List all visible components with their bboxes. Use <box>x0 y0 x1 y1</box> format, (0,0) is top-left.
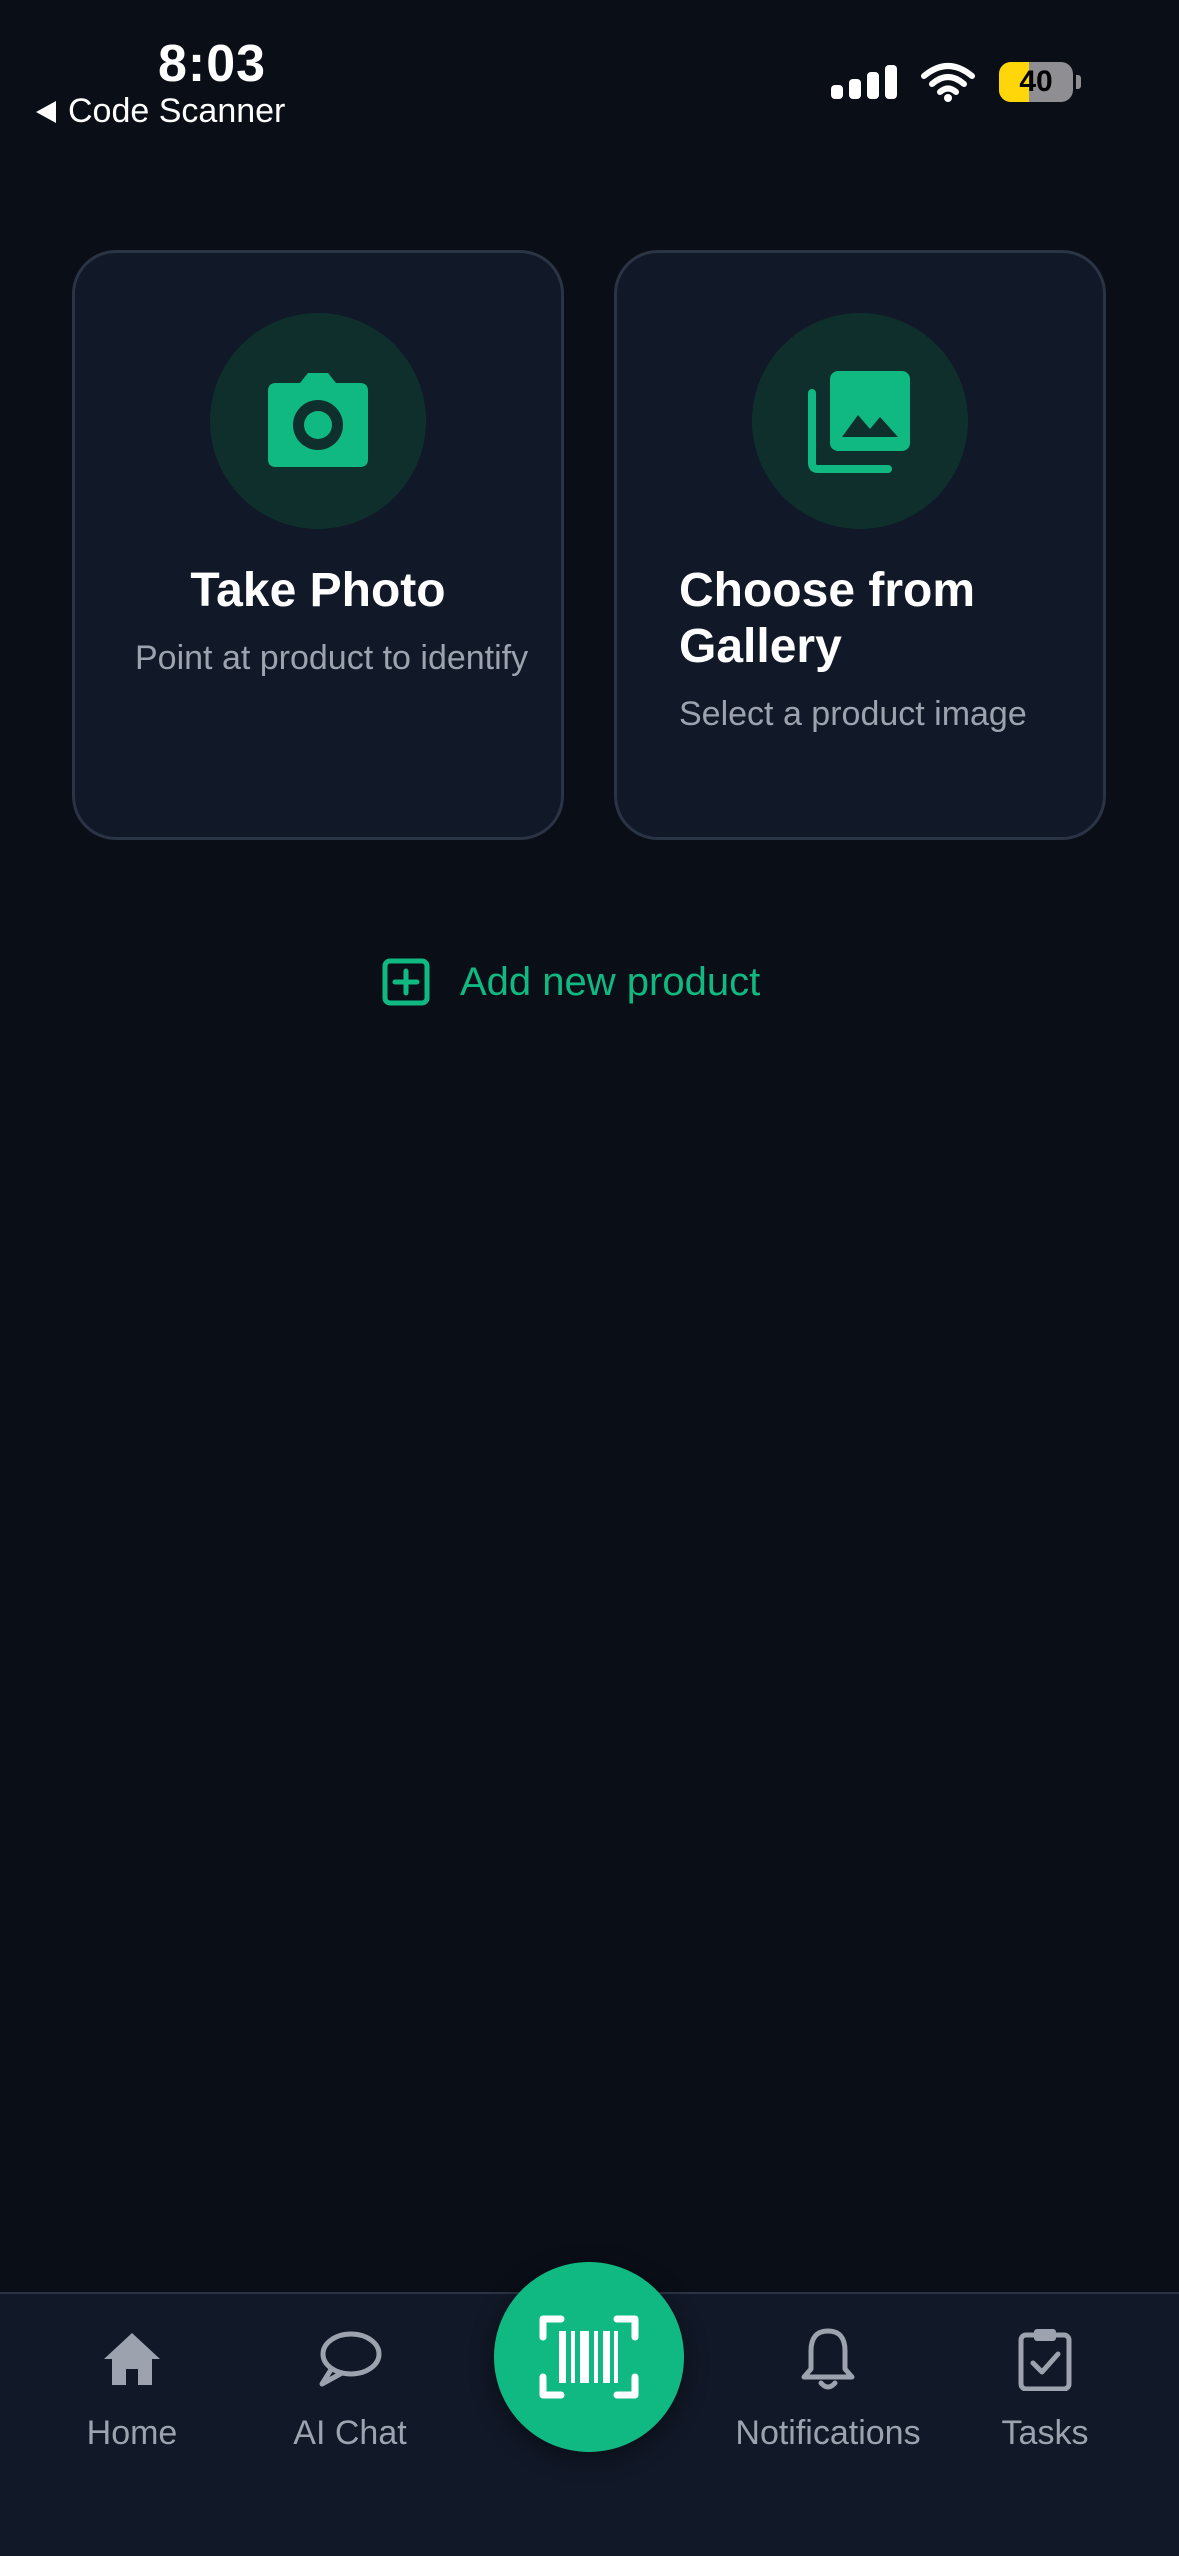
back-triangle-icon <box>36 100 56 123</box>
plus-square-icon <box>382 958 430 1006</box>
add-new-product-button[interactable]: Add new product <box>382 958 760 1006</box>
choose-gallery-title: Choose from Gallery <box>679 564 976 673</box>
camera-icon-circle <box>210 313 426 529</box>
nav-home[interactable]: Home <box>72 2324 192 2453</box>
gallery-icon <box>808 371 910 473</box>
clipboard-check-icon <box>1018 2329 1072 2391</box>
home-icon <box>104 2333 160 2385</box>
status-indicators: 40 <box>831 62 1081 102</box>
signal-icon <box>831 65 897 99</box>
chat-bubble-icon <box>319 2331 382 2387</box>
barcode-scan-icon <box>539 2315 639 2399</box>
wifi-icon <box>921 63 975 102</box>
code-scanner-screen: 8:03 Code Scanner 40 Take Photo Point at… <box>0 0 1179 2556</box>
back-to-app-link[interactable]: Code Scanner <box>36 92 285 131</box>
battery-icon: 40 <box>999 62 1073 102</box>
nav-ai-chat-label: AI Chat <box>293 2414 407 2452</box>
nav-tasks[interactable]: Tasks <box>990 2324 1100 2453</box>
camera-icon <box>268 373 368 467</box>
take-photo-card[interactable]: Take Photo Point at product to identify <box>72 250 564 840</box>
choose-gallery-subtitle: Select a product image <box>679 695 1027 733</box>
nav-tasks-label: Tasks <box>1001 2414 1089 2452</box>
nav-home-label: Home <box>86 2414 178 2452</box>
status-time: 8:03 <box>158 35 267 93</box>
take-photo-subtitle: Point at product to identify <box>135 639 529 677</box>
gallery-icon-circle <box>752 313 968 529</box>
nav-notifications[interactable]: Notifications <box>722 2324 934 2453</box>
back-app-label: Code Scanner <box>68 92 286 130</box>
choose-gallery-card[interactable]: Choose from Gallery Select a product ima… <box>614 250 1106 840</box>
take-photo-title: Take Photo <box>190 564 446 617</box>
bell-icon <box>801 2328 855 2390</box>
nav-notifications-label: Notifications <box>735 2414 921 2452</box>
nav-ai-chat[interactable]: AI Chat <box>275 2324 425 2453</box>
battery-level: 40 <box>1019 65 1053 98</box>
add-new-product-label: Add new product <box>460 959 761 1004</box>
scan-barcode-button[interactable] <box>494 2262 684 2452</box>
